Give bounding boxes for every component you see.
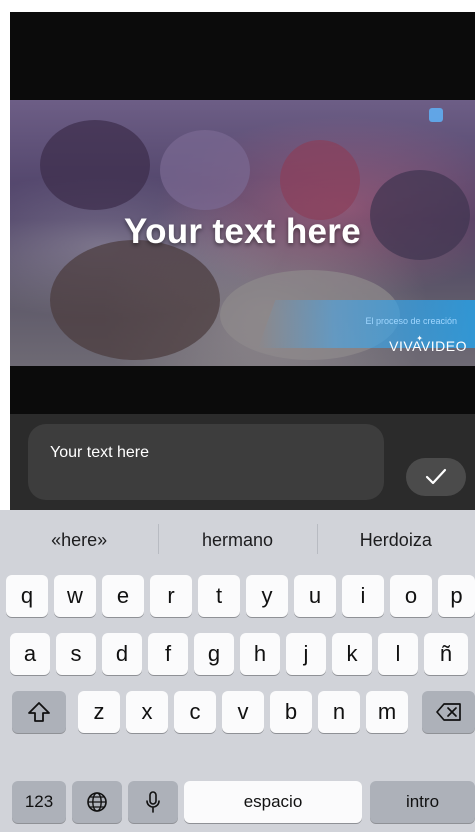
delete-icon (435, 703, 461, 721)
text-edit-bar: Your text here (10, 414, 475, 510)
confirm-button[interactable] (406, 458, 466, 496)
video-overlay-text[interactable]: Your text here (10, 212, 475, 252)
photo-region (40, 120, 150, 210)
text-input[interactable]: Your text here (28, 424, 384, 500)
key-q[interactable]: q (6, 575, 48, 617)
key-f[interactable]: f (148, 633, 188, 675)
key-n[interactable]: n (318, 691, 360, 733)
key-x[interactable]: x (126, 691, 168, 733)
key-o[interactable]: o (390, 575, 432, 617)
key-k[interactable]: k (332, 633, 372, 675)
key-n-tilde[interactable]: ñ (424, 633, 468, 675)
suggestion-item[interactable]: Herdoiza (316, 523, 475, 554)
key-s[interactable]: s (56, 633, 96, 675)
key-v[interactable]: v (222, 691, 264, 733)
photo-region (280, 140, 360, 220)
key-c[interactable]: c (174, 691, 216, 733)
key-i[interactable]: i (342, 575, 384, 617)
key-b[interactable]: b (270, 691, 312, 733)
globe-key[interactable] (72, 781, 122, 823)
numbers-key[interactable]: 123 (12, 781, 66, 823)
watermark-logo-icon (429, 108, 443, 122)
space-key[interactable]: espacio (184, 781, 362, 823)
shift-key[interactable] (12, 691, 66, 733)
key-r[interactable]: r (150, 575, 192, 617)
suggestion-bar: «here» hermano Herdoiza (0, 510, 475, 570)
key-y[interactable]: y (246, 575, 288, 617)
key-p[interactable]: p (438, 575, 475, 617)
key-e[interactable]: e (102, 575, 144, 617)
status-spacer (0, 0, 475, 12)
suggestion-item[interactable]: hermano (158, 523, 316, 554)
on-screen-keyboard: «here» hermano Herdoiza q w e r t y u i … (0, 510, 475, 832)
return-key[interactable]: intro (370, 781, 475, 823)
suggestion-item[interactable]: «here» (0, 530, 158, 551)
photo-region (50, 240, 220, 360)
key-j[interactable]: j (286, 633, 326, 675)
key-l[interactable]: l (378, 633, 418, 675)
key-m[interactable]: m (366, 691, 408, 733)
key-z[interactable]: z (78, 691, 120, 733)
key-u[interactable]: u (294, 575, 336, 617)
video-frame: Your text here El proceso de creación ✦ … (10, 100, 475, 366)
delete-key[interactable] (422, 691, 475, 733)
key-d[interactable]: d (102, 633, 142, 675)
shift-icon (28, 702, 50, 722)
key-w[interactable]: w (54, 575, 96, 617)
globe-icon (87, 792, 107, 812)
brand-watermark: VIVAVIDEO (389, 338, 467, 354)
microphone-icon (146, 791, 160, 813)
check-icon (425, 468, 447, 485)
photo-region (160, 130, 250, 210)
video-preview[interactable]: Your text here El proceso de creación ✦ … (10, 12, 475, 414)
key-a[interactable]: a (10, 633, 50, 675)
dictation-key[interactable] (128, 781, 178, 823)
key-g[interactable]: g (194, 633, 234, 675)
key-t[interactable]: t (198, 575, 240, 617)
key-h[interactable]: h (240, 633, 280, 675)
banner-text: El proceso de creación (365, 316, 457, 326)
